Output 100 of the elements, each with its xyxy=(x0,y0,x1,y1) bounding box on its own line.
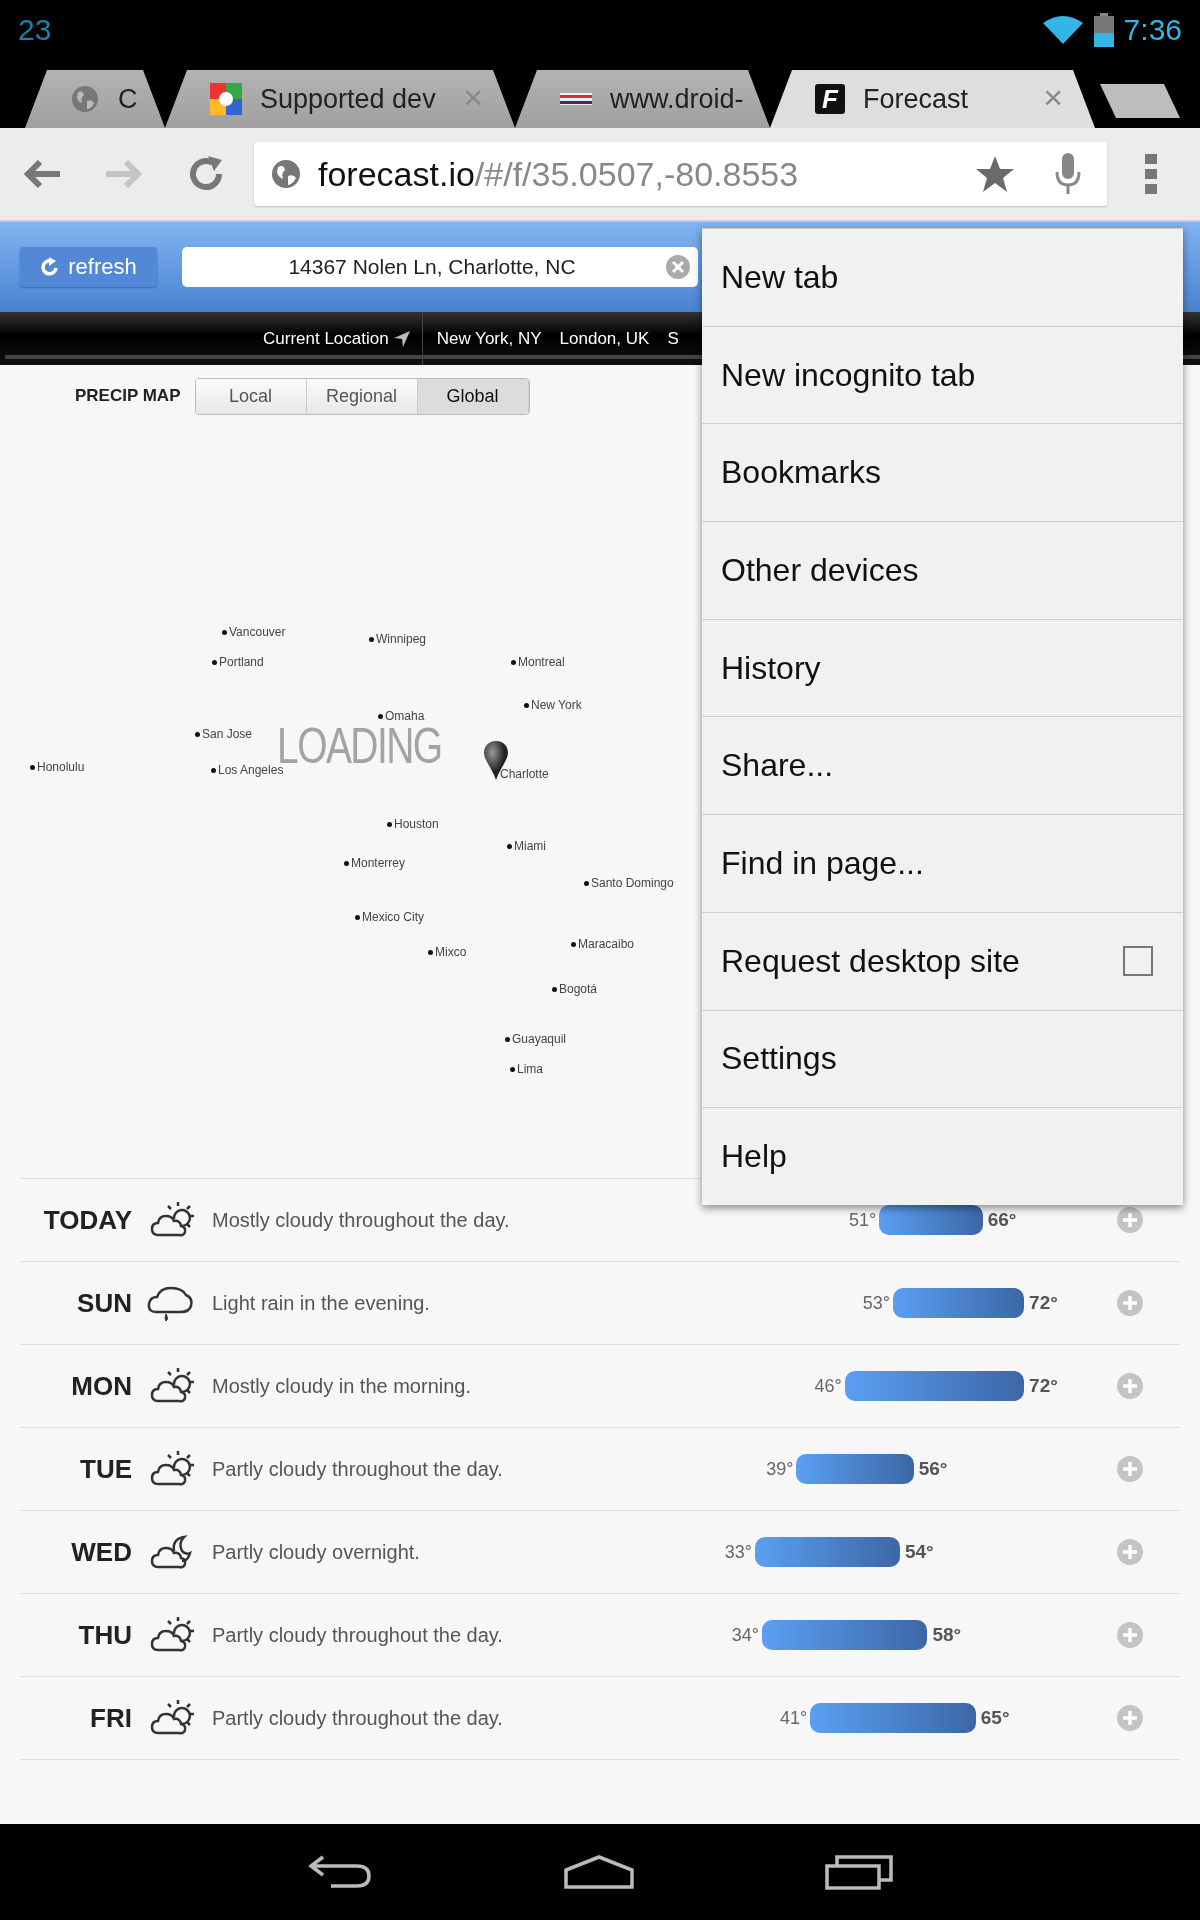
wifi-icon xyxy=(1041,15,1084,45)
city-label: Mexico City xyxy=(362,910,424,924)
day-label: WED xyxy=(70,1536,132,1568)
city-dot xyxy=(355,914,360,920)
location-link[interactable]: London, UK xyxy=(559,312,650,365)
high-temperature: 72° xyxy=(1029,1292,1058,1314)
weather-summary: Partly cloudy overnight. xyxy=(212,1540,421,1564)
notification-count: 23 xyxy=(18,13,52,47)
city-label: Winnipeg xyxy=(376,632,427,646)
weather-summary: Light rain in the evening. xyxy=(212,1291,431,1315)
weather-summary: Partly cloudy throughout the day. xyxy=(212,1706,504,1730)
map-scope-tab[interactable]: Regional xyxy=(306,378,418,414)
city-label: Monterrey xyxy=(351,856,406,870)
high-temperature: 65° xyxy=(980,1707,1010,1729)
city-dot xyxy=(212,659,217,665)
weather-summary: Mostly cloudy throughout the day. xyxy=(212,1208,511,1232)
map-scope-tab[interactable]: Global xyxy=(417,378,529,414)
low-temperature: 34° xyxy=(730,1624,760,1646)
city-label: Montreal xyxy=(518,655,565,669)
city-dot xyxy=(211,767,216,773)
city-label: New York xyxy=(531,698,582,712)
globe-icon xyxy=(270,158,302,190)
city-dot xyxy=(505,1036,510,1042)
location-link[interactable]: S xyxy=(667,312,679,365)
location-search-field[interactable]: 14367 Nolen Ln, Charlotte, NC xyxy=(182,247,698,287)
browser-tab[interactable]: www.droid- xyxy=(515,70,770,128)
city-dot xyxy=(511,659,516,665)
city-label: Miami xyxy=(514,839,546,853)
menu-item[interactable]: Request desktop site xyxy=(721,942,1020,980)
microphone-icon[interactable] xyxy=(1055,152,1081,196)
city-label: Los Angeles xyxy=(218,763,284,777)
menu-icon[interactable] xyxy=(1145,152,1157,196)
high-temperature: 54° xyxy=(904,1541,934,1563)
location-link[interactable]: New York, NY xyxy=(436,312,542,365)
city-dot xyxy=(387,821,392,827)
star-icon[interactable] xyxy=(975,154,1015,194)
menu-item[interactable]: History xyxy=(702,618,1183,717)
location-link[interactable]: Current Location xyxy=(263,312,410,365)
menu-item[interactable]: Help xyxy=(702,1107,1183,1205)
city-dot xyxy=(378,713,383,719)
weather-summary: Partly cloudy throughout the day. xyxy=(212,1457,504,1481)
city-label: Santo Domingo xyxy=(591,876,674,890)
city-label: Mixco xyxy=(435,945,467,959)
city-label: Lima xyxy=(517,1062,543,1076)
address-bar[interactable]: forecast.io/#/f/35.0507,-80.8553 xyxy=(254,142,1107,206)
map-scope-tab[interactable]: Local xyxy=(195,378,307,414)
day-label: THU xyxy=(77,1619,132,1651)
back-button[interactable] xyxy=(307,1855,373,1889)
city-label: Houston xyxy=(394,817,439,831)
city-dot xyxy=(344,860,349,866)
city-label: Charlotte xyxy=(500,767,549,781)
city-label: Portland xyxy=(219,655,264,669)
city-label: Bogotá xyxy=(559,982,598,996)
menu-item[interactable]: Other devices xyxy=(702,521,1183,619)
expand-icon[interactable] xyxy=(1117,1207,1143,1233)
city-label: Maracaibo xyxy=(578,937,635,951)
location-arrow-icon xyxy=(393,330,410,347)
low-temperature: 51° xyxy=(847,1209,878,1231)
city-label: Omaha xyxy=(385,709,425,723)
city-dot xyxy=(195,731,200,737)
city-dot xyxy=(584,880,589,886)
refresh-icon xyxy=(40,257,61,277)
city-label: San Jose xyxy=(202,727,253,741)
weather-summary: Partly cloudy throughout the day. xyxy=(212,1623,504,1647)
browser-tab[interactable]: Supported dev × xyxy=(165,70,515,128)
clear-icon[interactable] xyxy=(666,255,690,279)
city-label: Honolulu xyxy=(37,760,85,774)
city-dot xyxy=(510,1066,515,1072)
city-dot xyxy=(552,986,557,992)
day-label: TODAY xyxy=(42,1204,132,1236)
menu-item[interactable]: Share... xyxy=(702,716,1183,815)
high-temperature: 58° xyxy=(932,1624,962,1646)
low-temperature: 41° xyxy=(778,1707,809,1729)
city-label: Vancouver xyxy=(229,625,286,639)
day-label: TUE xyxy=(79,1453,132,1485)
precip-map-label: PRECIP MAP xyxy=(75,386,181,406)
browser-tab[interactable]: C xyxy=(25,70,165,128)
menu-item[interactable]: Bookmarks xyxy=(702,423,1183,522)
globe-icon xyxy=(70,84,100,114)
city-label: Guayaquil xyxy=(512,1032,567,1046)
low-temperature: 39° xyxy=(765,1458,795,1480)
city-dot xyxy=(30,764,35,770)
refresh-button[interactable]: refresh xyxy=(20,247,157,287)
menu-item[interactable]: Find in page... xyxy=(702,814,1183,912)
weather-summary: Mostly cloudy in the morning. xyxy=(212,1374,472,1398)
day-label: FRI xyxy=(89,1702,132,1734)
menu-item[interactable]: Settings xyxy=(702,1009,1183,1108)
high-temperature: 72° xyxy=(1029,1375,1058,1397)
home-button[interactable] xyxy=(563,1854,635,1890)
menu-item[interactable]: New tab xyxy=(702,228,1183,326)
menu-item[interactable]: New incognito tab xyxy=(702,325,1183,424)
low-temperature: 33° xyxy=(723,1541,753,1563)
low-temperature: 46° xyxy=(813,1375,843,1397)
browser-tab[interactable]: F Forecast × xyxy=(770,70,1095,128)
city-dot xyxy=(222,629,227,635)
recent-apps-button[interactable] xyxy=(825,1854,893,1890)
site-logo: F xyxy=(815,84,845,114)
city-dot xyxy=(428,949,433,955)
url-text: forecast.io/#/f/35.0507,-80.8553 xyxy=(317,154,799,194)
checkbox[interactable] xyxy=(1123,946,1153,977)
